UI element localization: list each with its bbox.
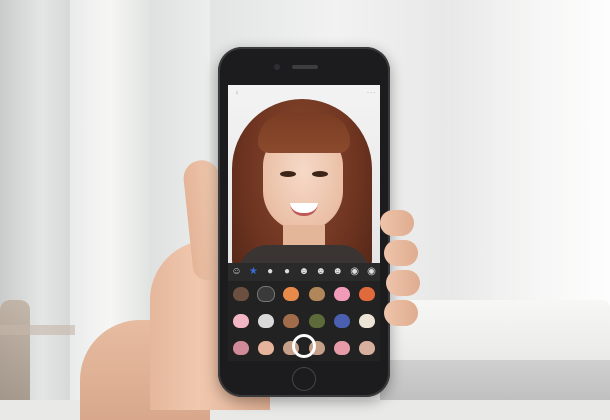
sticker-helmet-icon[interactable] (304, 308, 329, 335)
sticker-doll-icon[interactable] (355, 334, 380, 361)
sticker-mask-icon[interactable] (329, 308, 354, 335)
sticker-girl-icon[interactable] (228, 334, 253, 361)
sticker-monkey-icon[interactable] (279, 308, 304, 335)
bed-base (380, 360, 610, 400)
sticker-sheep-icon[interactable] (355, 308, 380, 335)
circle-icon[interactable]: ● (264, 266, 276, 278)
sticker-koala-icon[interactable] (253, 308, 278, 335)
sticker-bear-icon[interactable] (304, 281, 329, 308)
smiley-icon[interactable]: ☺ (230, 266, 242, 278)
finger (380, 210, 414, 236)
shutter-button[interactable] (292, 334, 316, 358)
camera-preview: ‹ ⋯ (228, 85, 380, 263)
sticker-fox-icon[interactable] (279, 281, 304, 308)
side-table (0, 325, 75, 335)
sticker-antlers-icon[interactable] (228, 281, 253, 308)
right-eye (312, 171, 328, 177)
finger (384, 240, 418, 266)
circle-icon[interactable]: ● (281, 266, 293, 278)
bangs (258, 113, 350, 153)
sticker-category-strip: ☺ ★ ● ● ☻ ☻ ☻ ◉ ◉ (228, 263, 380, 281)
back-icon[interactable]: ‹ (232, 87, 242, 97)
sticker-glasses-icon[interactable] (253, 281, 278, 308)
smartphone: ‹ ⋯ ☺ ★ ● ● ☻ ☻ ☻ ◉ ◉ (218, 47, 390, 397)
phone-screen: ‹ ⋯ ☺ ★ ● ● ☻ ☻ ☻ ◉ ◉ (228, 85, 380, 361)
circle-icon[interactable]: ◉ (365, 266, 377, 278)
left-eye (280, 171, 296, 177)
front-camera (274, 64, 280, 70)
home-button[interactable] (292, 367, 316, 391)
finger (386, 270, 420, 296)
face-icon[interactable]: ☻ (315, 266, 327, 278)
sticker-girl-icon[interactable] (253, 334, 278, 361)
more-icon[interactable]: ⋯ (366, 87, 376, 97)
star-icon[interactable]: ★ (247, 266, 259, 278)
sticker-pink-hair-icon[interactable] (329, 281, 354, 308)
camera-top-bar: ‹ ⋯ (228, 85, 380, 99)
circle-icon[interactable]: ◉ (349, 266, 361, 278)
earpiece-speaker (292, 65, 318, 69)
face-icon[interactable]: ☻ (332, 266, 344, 278)
finger (384, 300, 418, 326)
face-icon[interactable]: ☻ (298, 266, 310, 278)
lamp (0, 300, 30, 400)
shirt (238, 245, 370, 263)
sticker-cat-icon[interactable] (329, 334, 354, 361)
sticker-fox-ears-icon[interactable] (355, 281, 380, 308)
sticker-pig-icon[interactable] (228, 308, 253, 335)
